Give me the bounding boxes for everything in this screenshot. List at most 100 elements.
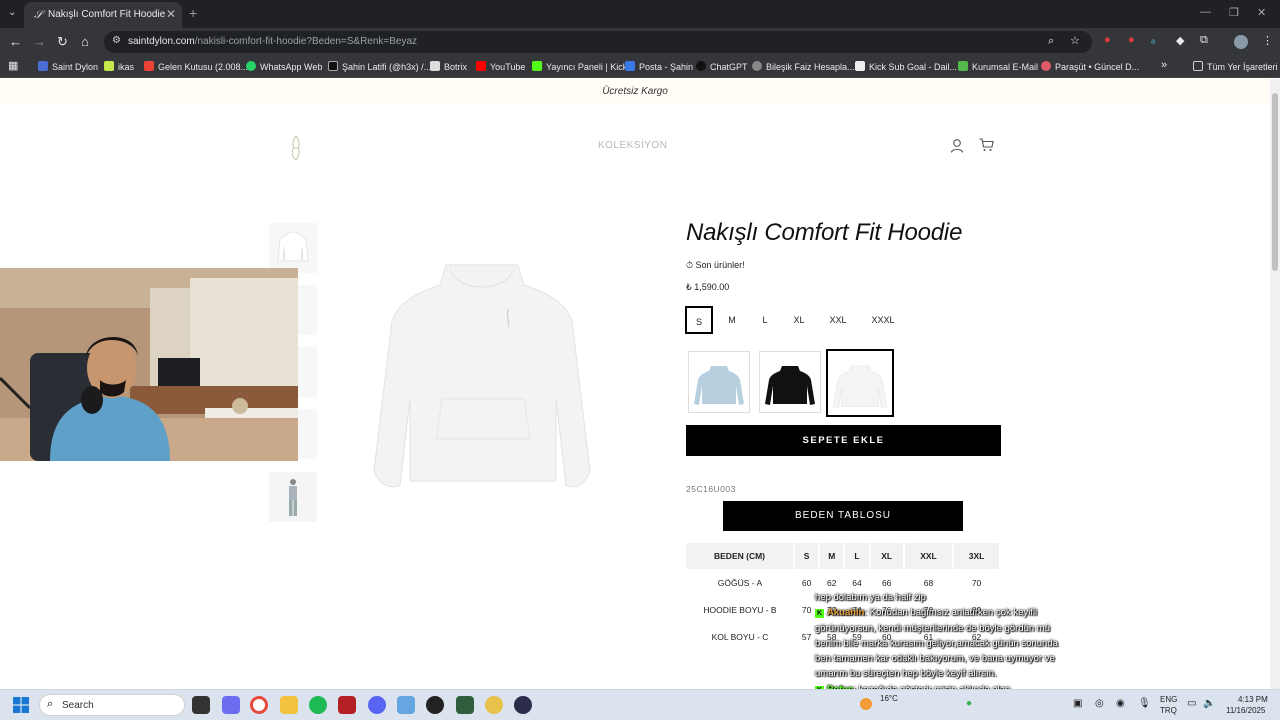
window-close-icon[interactable]: ✕ bbox=[1257, 6, 1266, 19]
cart-icon[interactable] bbox=[979, 138, 994, 152]
bookmark-kick-sub[interactable]: Kick Sub Goal - Dail... bbox=[855, 61, 957, 72]
product-thumbnail-5[interactable] bbox=[269, 472, 317, 522]
color-swatch-blue[interactable] bbox=[688, 351, 750, 413]
size-option-l[interactable]: L bbox=[755, 306, 775, 334]
volume-icon[interactable]: 🔈 bbox=[1203, 698, 1215, 709]
tab-strip: ⌄ 𝒮 Nakışlı Comfort Fit Hoodie ✕ + — ❐ ✕ bbox=[0, 0, 1280, 28]
taskbar-search-box[interactable]: ⌕ Search bbox=[39, 694, 185, 716]
bookmark-x[interactable]: Şahin Latifi (@h3x) /... bbox=[328, 61, 431, 72]
webcam-overlay bbox=[0, 268, 298, 461]
apps-grid-icon[interactable]: ▦ bbox=[8, 59, 18, 72]
bookmark-gmail[interactable]: Gelen Kutusu (2.008... bbox=[144, 61, 248, 72]
size-option-xxxl[interactable]: XXXL bbox=[867, 306, 899, 334]
product-main-image[interactable] bbox=[358, 249, 608, 499]
address-bar[interactable]: ⚙ saintdylon.com/nakisli-comfort-fit-hoo… bbox=[104, 31, 1092, 53]
app-icon-dark[interactable] bbox=[514, 696, 532, 714]
minimize-icon[interactable]: — bbox=[1200, 6, 1211, 18]
active-tab[interactable]: 𝒮 Nakışlı Comfort Fit Hoodie ✕ bbox=[24, 2, 182, 28]
reload-icon[interactable]: ↻ bbox=[57, 34, 68, 50]
page-scrollbar[interactable] bbox=[1270, 79, 1280, 689]
size-option-s[interactable]: S bbox=[685, 306, 713, 334]
new-tab-button[interactable]: + bbox=[189, 5, 197, 21]
bookmark-faiz[interactable]: Bileşik Faiz Hesapla... bbox=[752, 61, 855, 72]
size-chart-button[interactable]: BEDEN TABLOSU bbox=[723, 501, 963, 531]
weather-icon[interactable] bbox=[860, 698, 872, 710]
size-option-m[interactable]: M bbox=[722, 306, 742, 334]
bookmark-saint-dylon[interactable]: Saint Dylon bbox=[38, 61, 98, 72]
microphone-icon[interactable]: 🎙 bbox=[1138, 698, 1151, 709]
bookmark-kurumsal[interactable]: Kurumsal E-Mail bbox=[958, 61, 1038, 72]
chrome-icon[interactable] bbox=[250, 696, 268, 714]
all-bookmarks-folder[interactable]: Tüm Yer İşaretleri bbox=[1193, 61, 1278, 72]
gmail-icon bbox=[144, 61, 154, 71]
size-option-xxl[interactable]: XXL bbox=[824, 306, 852, 334]
back-icon[interactable]: ← bbox=[9, 34, 22, 49]
copilot-icon[interactable] bbox=[222, 696, 240, 714]
steam-icon[interactable]: ◉ bbox=[1116, 698, 1125, 709]
nav-collection-link[interactable]: KOLEKSİYON bbox=[598, 140, 667, 151]
translate-extension-icon[interactable]: ₐ bbox=[1151, 34, 1155, 46]
app-icon-yellow[interactable] bbox=[485, 696, 503, 714]
discord-icon[interactable] bbox=[368, 696, 386, 714]
add-to-cart-button[interactable]: SEPETE EKLE bbox=[686, 425, 1001, 456]
file-explorer-icon[interactable] bbox=[280, 696, 298, 714]
chat-message: K Akuahin: Konudan bağımsız anlatırken ço… bbox=[815, 605, 1070, 681]
bookmark-parasut[interactable]: Paraşüt • Güncel D... bbox=[1041, 61, 1139, 72]
size-option-xl[interactable]: XL bbox=[787, 306, 811, 334]
extension-red-icon[interactable]: ● bbox=[1104, 34, 1111, 46]
product-thumbnail-1[interactable] bbox=[269, 223, 317, 273]
color-swatch-black[interactable] bbox=[759, 351, 821, 413]
windows-start-icon[interactable] bbox=[13, 697, 29, 713]
site-info-icon[interactable]: ⚙ bbox=[112, 35, 121, 46]
bookmarks-overflow-button[interactable]: » bbox=[1161, 59, 1167, 71]
announcement-bar: Ücretsiz Kargo bbox=[0, 79, 1270, 105]
clock-time[interactable]: 4:13 PM bbox=[1238, 695, 1268, 704]
extension-shield-icon[interactable]: ● bbox=[1128, 34, 1135, 46]
size-table-header-cell: BEDEN (CM) bbox=[686, 543, 795, 569]
tab-close-icon[interactable]: ✕ bbox=[166, 7, 176, 21]
model-thumb-image bbox=[289, 479, 297, 516]
app-icon-red[interactable] bbox=[338, 696, 356, 714]
search-icon: ⌕ bbox=[47, 698, 54, 710]
size-table-header-cell: XXL bbox=[903, 543, 955, 569]
bookmark-chatgpt[interactable]: ChatGPT bbox=[696, 61, 748, 72]
grid-icon bbox=[855, 61, 865, 71]
size-table-header-cell: S bbox=[794, 543, 821, 569]
mail-icon bbox=[625, 61, 635, 71]
bookmark-ikas[interactable]: ikas bbox=[104, 61, 134, 72]
bookmark-kick[interactable]: Yayıncı Paneli | Kick bbox=[532, 61, 627, 72]
tray-app-icon[interactable]: ▣ bbox=[1073, 698, 1082, 709]
tray-app-icon[interactable]: ● bbox=[966, 698, 972, 709]
bookmark-whatsapp[interactable]: WhatsApp Web bbox=[246, 61, 322, 72]
stopwatch-icon: ⏱ bbox=[686, 260, 694, 270]
restore-icon[interactable]: ❐ bbox=[1229, 6, 1239, 19]
input-language-layout[interactable]: TRQ bbox=[1160, 706, 1177, 715]
saint-dylon-icon bbox=[38, 61, 48, 71]
profile-avatar[interactable] bbox=[1234, 35, 1248, 49]
home-icon[interactable]: ⌂ bbox=[81, 34, 89, 49]
color-swatch-white[interactable] bbox=[826, 349, 894, 417]
tab-search-chevron-icon[interactable]: ⌄ bbox=[8, 7, 16, 18]
bookmark-star-icon[interactable]: ☆ bbox=[1070, 34, 1080, 47]
network-icon[interactable]: ▭ bbox=[1187, 698, 1196, 709]
app-icon-blue[interactable] bbox=[397, 696, 415, 714]
bookmark-youtube[interactable]: YouTube bbox=[476, 61, 525, 72]
menu-kebab-icon[interactable]: ⋮ bbox=[1262, 34, 1273, 47]
saint-dylon-logo[interactable] bbox=[287, 134, 305, 162]
forward-icon[interactable]: → bbox=[33, 34, 46, 49]
input-language[interactable]: ENG bbox=[1160, 695, 1177, 704]
bookmark-botrix[interactable]: Botrix bbox=[430, 61, 467, 72]
account-user-icon[interactable] bbox=[950, 138, 964, 153]
task-view-icon[interactable] bbox=[192, 696, 210, 714]
extensions-puzzle-icon[interactable]: ⧉ bbox=[1200, 34, 1208, 47]
zoom-icon[interactable]: ⌕ bbox=[1048, 35, 1054, 48]
obs-icon[interactable] bbox=[426, 696, 444, 714]
scrollbar-thumb[interactable] bbox=[1272, 93, 1278, 271]
clock-date[interactable]: 11/16/2025 bbox=[1226, 706, 1265, 715]
spotify-icon[interactable] bbox=[309, 696, 327, 714]
terminal-icon[interactable] bbox=[456, 696, 474, 714]
weather-temp[interactable]: 16°C bbox=[880, 694, 898, 703]
bookmark-posta[interactable]: Posta - Şahin bbox=[625, 61, 693, 72]
tray-app-icon[interactable]: ◎ bbox=[1095, 698, 1104, 709]
extension-diamond-icon[interactable]: ◆ bbox=[1176, 34, 1184, 47]
